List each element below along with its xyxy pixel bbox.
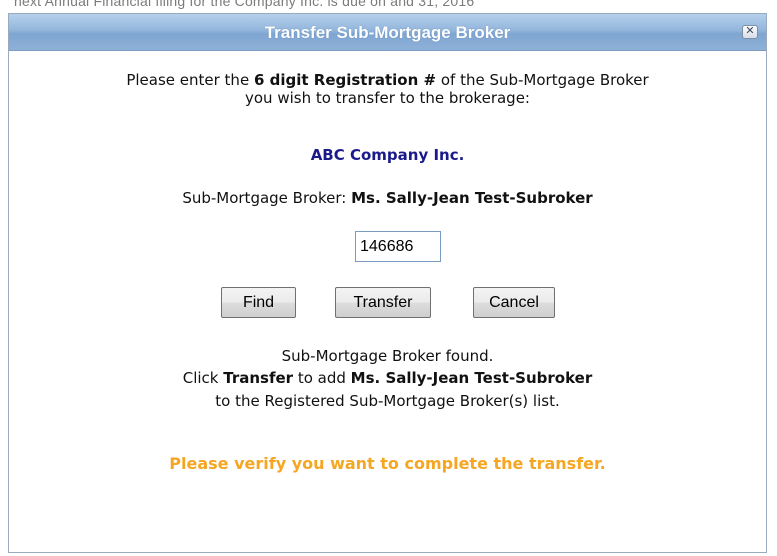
dialog-title: Transfer Sub-Mortgage Broker	[264, 23, 511, 42]
background-page-strip: next Annual Financial filing for the Com…	[0, 0, 777, 14]
broker-name: Ms. Sally-Jean Test-Subroker	[351, 189, 593, 207]
result-line-1: Sub-Mortgage Broker found.	[281, 347, 494, 365]
warning-message: Please verify you want to complete the t…	[169, 454, 606, 473]
company-name: ABC Company Inc.	[310, 146, 465, 164]
instruction-line-2: you wish to transfer to the brokerage:	[245, 89, 530, 107]
dialog-titlebar[interactable]: Transfer Sub-Mortgage Broker ✕	[9, 14, 766, 51]
result-middle: to add	[293, 369, 351, 387]
instruction-line-1: Please enter the 6 digit Registration # …	[9, 71, 766, 89]
find-button[interactable]: Find	[221, 287, 296, 318]
registration-input[interactable]	[355, 231, 441, 262]
broker-line: Sub-Mortgage Broker: Ms. Sally-Jean Test…	[9, 189, 766, 207]
result-broker-name: Ms. Sally-Jean Test-Subroker	[350, 369, 593, 387]
background-page-text: next Annual Financial filing for the Com…	[14, 0, 475, 9]
instruction-bold: 6 digit Registration #	[253, 71, 437, 89]
transfer-dialog: Transfer Sub-Mortgage Broker ✕ Please en…	[8, 13, 767, 553]
result-line-3: to the Registered Sub-Mortgage Broker(s)…	[215, 392, 560, 410]
instruction-text-end: of the Sub-Mortgage Broker	[436, 71, 649, 89]
transfer-button[interactable]: Transfer	[335, 287, 431, 318]
result-transfer-word: Transfer	[223, 369, 294, 387]
result-line-2: Click Transfer to add Ms. Sally-Jean Tes…	[9, 369, 766, 387]
close-button[interactable]: ✕	[742, 24, 758, 39]
close-icon: ✕	[745, 24, 755, 37]
instruction-text: Please enter the	[126, 71, 254, 89]
result-prefix: Click	[182, 369, 224, 387]
broker-label: Sub-Mortgage Broker:	[182, 189, 352, 207]
cancel-button[interactable]: Cancel	[473, 287, 555, 318]
